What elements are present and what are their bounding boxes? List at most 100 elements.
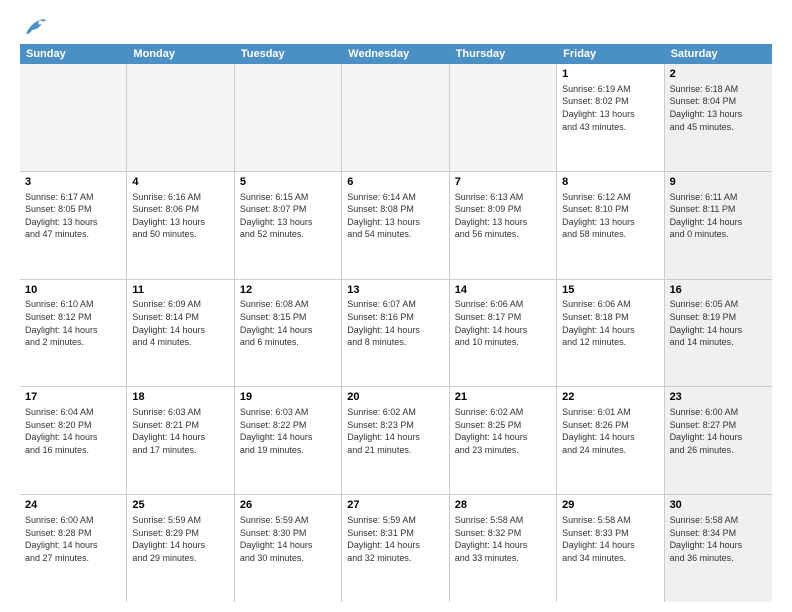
day-info: Sunrise: 5:58 AM Sunset: 8:32 PM Dayligh… <box>455 515 528 563</box>
day-info: Sunrise: 6:17 AM Sunset: 8:05 PM Dayligh… <box>25 192 98 240</box>
calendar-cell <box>127 64 234 171</box>
day-number: 20 <box>347 390 443 405</box>
calendar-cell: 9 Sunrise: 6:11 AM Sunset: 8:11 PM Daylig… <box>665 172 772 279</box>
day-number: 7 <box>455 175 551 190</box>
day-number: 6 <box>347 175 443 190</box>
day-info: Sunrise: 6:19 AM Sunset: 8:02 PM Dayligh… <box>562 84 635 132</box>
day-number: 19 <box>240 390 336 405</box>
calendar-row: 1 Sunrise: 6:19 AM Sunset: 8:02 PM Daylig… <box>20 64 772 172</box>
calendar-cell: 5 Sunrise: 6:15 AM Sunset: 8:07 PM Daylig… <box>235 172 342 279</box>
day-info: Sunrise: 6:14 AM Sunset: 8:08 PM Dayligh… <box>347 192 420 240</box>
logo-line <box>20 16 48 38</box>
day-number: 3 <box>25 175 121 190</box>
day-number: 12 <box>240 283 336 298</box>
calendar-cell: 12Sunrise: 6:08 AM Sunset: 8:15 PM Dayli… <box>235 280 342 387</box>
calendar-cell: 26Sunrise: 5:59 AM Sunset: 8:30 PM Dayli… <box>235 495 342 602</box>
calendar-cell: 23 Sunrise: 6:00 AM Sunset: 8:27 PM Dayli… <box>665 387 772 494</box>
day-number: 30 <box>670 498 767 513</box>
day-number: 5 <box>240 175 336 190</box>
day-number: 10 <box>25 283 121 298</box>
day-number: 15 <box>562 283 658 298</box>
day-info: Sunrise: 6:10 AM Sunset: 8:12 PM Dayligh… <box>25 299 98 347</box>
day-info: Sunrise: 6:08 AM Sunset: 8:15 PM Dayligh… <box>240 299 313 347</box>
day-number: 4 <box>132 175 228 190</box>
day-info: Sunrise: 6:02 AM Sunset: 8:23 PM Dayligh… <box>347 407 420 455</box>
calendar-body: 1 Sunrise: 6:19 AM Sunset: 8:02 PM Daylig… <box>20 64 772 602</box>
day-info: Sunrise: 6:03 AM Sunset: 8:21 PM Dayligh… <box>132 407 205 455</box>
day-number: 17 <box>25 390 121 405</box>
calendar-cell: 16Sunrise: 6:05 AM Sunset: 8:19 PM Dayli… <box>665 280 772 387</box>
calendar-cell: 14Sunrise: 6:06 AM Sunset: 8:17 PM Dayli… <box>450 280 557 387</box>
day-number: 11 <box>132 283 228 298</box>
logo <box>20 16 48 34</box>
weekday-header-friday: Friday <box>557 44 664 64</box>
day-info: Sunrise: 6:18 AM Sunset: 8:04 PM Dayligh… <box>670 84 743 132</box>
calendar-cell: 19 Sunrise: 6:03 AM Sunset: 8:22 PM Dayli… <box>235 387 342 494</box>
calendar-cell <box>342 64 449 171</box>
calendar-row: 24 Sunrise: 6:00 AM Sunset: 8:28 PM Dayli… <box>20 495 772 602</box>
calendar-header: SundayMondayTuesdayWednesdayThursdayFrid… <box>20 44 772 64</box>
day-info: Sunrise: 6:05 AM Sunset: 8:19 PM Dayligh… <box>670 299 743 347</box>
day-number: 28 <box>455 498 551 513</box>
day-info: Sunrise: 6:03 AM Sunset: 8:22 PM Dayligh… <box>240 407 313 455</box>
calendar-cell: 22Sunrise: 6:01 AM Sunset: 8:26 PM Dayli… <box>557 387 664 494</box>
calendar-cell: 29 Sunrise: 5:58 AM Sunset: 8:33 PM Dayli… <box>557 495 664 602</box>
calendar-cell: 21Sunrise: 6:02 AM Sunset: 8:25 PM Dayli… <box>450 387 557 494</box>
day-number: 18 <box>132 390 228 405</box>
weekday-header-monday: Monday <box>127 44 234 64</box>
day-number: 9 <box>670 175 767 190</box>
day-info: Sunrise: 6:12 AM Sunset: 8:10 PM Dayligh… <box>562 192 635 240</box>
day-info: Sunrise: 6:07 AM Sunset: 8:16 PM Dayligh… <box>347 299 420 347</box>
day-number: 29 <box>562 498 658 513</box>
calendar-cell: 4 Sunrise: 6:16 AM Sunset: 8:06 PM Daylig… <box>127 172 234 279</box>
calendar-cell <box>235 64 342 171</box>
calendar-cell: 25 Sunrise: 5:59 AM Sunset: 8:29 PM Dayli… <box>127 495 234 602</box>
page: SundayMondayTuesdayWednesdayThursdayFrid… <box>0 0 792 612</box>
day-info: Sunrise: 6:00 AM Sunset: 8:27 PM Dayligh… <box>670 407 743 455</box>
day-info: Sunrise: 5:58 AM Sunset: 8:33 PM Dayligh… <box>562 515 635 563</box>
day-info: Sunrise: 6:01 AM Sunset: 8:26 PM Dayligh… <box>562 407 635 455</box>
calendar-cell: 10Sunrise: 6:10 AM Sunset: 8:12 PM Dayli… <box>20 280 127 387</box>
day-info: Sunrise: 5:59 AM Sunset: 8:30 PM Dayligh… <box>240 515 313 563</box>
day-number: 23 <box>670 390 767 405</box>
day-info: Sunrise: 5:59 AM Sunset: 8:29 PM Dayligh… <box>132 515 205 563</box>
day-info: Sunrise: 6:06 AM Sunset: 8:18 PM Dayligh… <box>562 299 635 347</box>
calendar-cell <box>450 64 557 171</box>
day-info: Sunrise: 6:15 AM Sunset: 8:07 PM Dayligh… <box>240 192 313 240</box>
calendar-cell: 11Sunrise: 6:09 AM Sunset: 8:14 PM Dayli… <box>127 280 234 387</box>
calendar: SundayMondayTuesdayWednesdayThursdayFrid… <box>20 44 772 602</box>
day-number: 16 <box>670 283 767 298</box>
header <box>20 16 772 34</box>
weekday-header-tuesday: Tuesday <box>235 44 342 64</box>
day-info: Sunrise: 5:58 AM Sunset: 8:34 PM Dayligh… <box>670 515 743 563</box>
day-info: Sunrise: 6:13 AM Sunset: 8:09 PM Dayligh… <box>455 192 528 240</box>
calendar-cell: 8 Sunrise: 6:12 AM Sunset: 8:10 PM Daylig… <box>557 172 664 279</box>
calendar-cell: 2 Sunrise: 6:18 AM Sunset: 8:04 PM Daylig… <box>665 64 772 171</box>
calendar-cell: 28 Sunrise: 5:58 AM Sunset: 8:32 PM Dayli… <box>450 495 557 602</box>
day-number: 1 <box>562 67 658 82</box>
calendar-row: 10Sunrise: 6:10 AM Sunset: 8:12 PM Dayli… <box>20 280 772 388</box>
weekday-header-wednesday: Wednesday <box>342 44 449 64</box>
calendar-cell <box>20 64 127 171</box>
day-number: 13 <box>347 283 443 298</box>
day-number: 2 <box>670 67 767 82</box>
day-number: 8 <box>562 175 658 190</box>
day-info: Sunrise: 6:11 AM Sunset: 8:11 PM Dayligh… <box>670 192 743 240</box>
day-info: Sunrise: 5:59 AM Sunset: 8:31 PM Dayligh… <box>347 515 420 563</box>
calendar-cell: 30 Sunrise: 5:58 AM Sunset: 8:34 PM Dayli… <box>665 495 772 602</box>
weekday-header-thursday: Thursday <box>450 44 557 64</box>
day-number: 25 <box>132 498 228 513</box>
day-info: Sunrise: 6:16 AM Sunset: 8:06 PM Dayligh… <box>132 192 205 240</box>
day-number: 24 <box>25 498 121 513</box>
logo-bird-icon <box>22 16 48 38</box>
day-info: Sunrise: 6:02 AM Sunset: 8:25 PM Dayligh… <box>455 407 528 455</box>
day-info: Sunrise: 6:00 AM Sunset: 8:28 PM Dayligh… <box>25 515 98 563</box>
calendar-row: 3 Sunrise: 6:17 AM Sunset: 8:05 PM Daylig… <box>20 172 772 280</box>
calendar-cell: 18 Sunrise: 6:03 AM Sunset: 8:21 PM Dayli… <box>127 387 234 494</box>
weekday-header-saturday: Saturday <box>665 44 772 64</box>
calendar-cell: 1 Sunrise: 6:19 AM Sunset: 8:02 PM Daylig… <box>557 64 664 171</box>
calendar-cell: 27Sunrise: 5:59 AM Sunset: 8:31 PM Dayli… <box>342 495 449 602</box>
day-info: Sunrise: 6:09 AM Sunset: 8:14 PM Dayligh… <box>132 299 205 347</box>
calendar-cell: 3 Sunrise: 6:17 AM Sunset: 8:05 PM Daylig… <box>20 172 127 279</box>
weekday-header-sunday: Sunday <box>20 44 127 64</box>
